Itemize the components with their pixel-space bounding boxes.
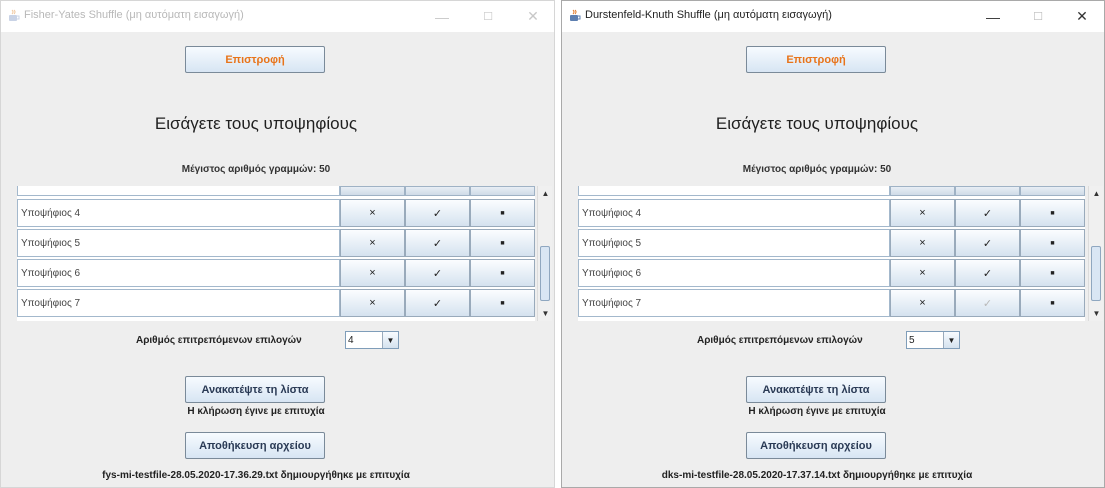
- page-heading: Εισάγετε τους υποψηφίους: [715, 114, 919, 133]
- table-row: Υποψήφιος 7 × ✓ ■: [578, 289, 1085, 317]
- remove-button[interactable]: ×: [340, 199, 405, 227]
- draw-status: Η κλήρωση έγινε με επιτυχία: [748, 406, 886, 417]
- scroll-thumb[interactable]: [540, 246, 550, 301]
- remove-button[interactable]: ×: [340, 259, 405, 287]
- shuffle-list-button[interactable]: Ανακατέψτε τη λίστα: [185, 376, 325, 403]
- triangle-down-icon[interactable]: ▼: [538, 306, 553, 321]
- candidate-name-cell[interactable]: Υποψήφιος 6: [578, 259, 890, 287]
- table-cell: [340, 186, 405, 196]
- maximize-button[interactable]: ☐: [465, 1, 511, 32]
- confirm-button[interactable]: ✓: [955, 289, 1020, 317]
- table-scrollbar[interactable]: ▲ ▼: [537, 186, 552, 321]
- choices-value: 4: [348, 334, 354, 346]
- confirm-button[interactable]: ✓: [955, 259, 1020, 287]
- remove-button[interactable]: ×: [340, 289, 405, 317]
- table-cell: [405, 186, 470, 196]
- remove-button[interactable]: ×: [890, 289, 955, 317]
- durstenfeld-knuth-window: Durstenfeld-Knuth Shuffle (μη αυτόματη ε…: [561, 0, 1105, 488]
- table-cell: [1020, 186, 1085, 196]
- table-row-partial: [578, 186, 1085, 196]
- window-title: Durstenfeld-Knuth Shuffle (μη αυτόματη ε…: [585, 9, 832, 21]
- candidate-name-cell[interactable]: Υποψήφιος 7: [17, 289, 340, 317]
- remove-button[interactable]: ×: [890, 199, 955, 227]
- table-row: Υποψήφιος 7 × ✓ ■: [17, 289, 535, 317]
- stop-button[interactable]: ■: [1020, 199, 1085, 227]
- table-row: Υποψήφιος 6 × ✓ ■: [17, 259, 535, 287]
- stop-button[interactable]: ■: [470, 289, 535, 317]
- triangle-up-icon[interactable]: ▲: [538, 186, 553, 201]
- save-file-button[interactable]: Αποθήκευση αρχείου: [185, 432, 325, 459]
- close-button[interactable]: ✕: [510, 1, 554, 32]
- minimize-button[interactable]: —: [970, 1, 1016, 32]
- java-cup-icon: [570, 9, 581, 21]
- maximize-button[interactable]: ☐: [1015, 1, 1061, 32]
- choices-label: Αριθμός επιτρεπόμενων επιλογών: [697, 335, 863, 346]
- remove-button[interactable]: ×: [340, 229, 405, 257]
- table-cell: [470, 186, 535, 196]
- candidates-table: Υποψήφιος 4 × ✓ ■ Υποψήφιος 5 × ✓ ■ Υποψ…: [578, 186, 1085, 321]
- table-row: Υποψήφιος 4 × ✓ ■: [17, 199, 535, 227]
- table-cell: [17, 186, 340, 196]
- table-row: Υποψήφιος 5 × ✓ ■: [17, 229, 535, 257]
- confirm-button[interactable]: ✓: [405, 259, 470, 287]
- fisher-yates-window: Fisher-Yates Shuffle (μη αυτόματη εισαγω…: [0, 0, 555, 488]
- remove-button[interactable]: ×: [890, 259, 955, 287]
- chevron-down-icon[interactable]: ▼: [382, 332, 398, 348]
- candidate-name-cell[interactable]: Υποψήφιος 4: [17, 199, 340, 227]
- table-row: Υποψήφιος 4 × ✓ ■: [578, 199, 1085, 227]
- choices-dropdown[interactable]: 4 ▼: [345, 331, 399, 349]
- file-status: fys-mi-testfile-28.05.2020-17.36.29.txt …: [102, 470, 410, 481]
- max-lines-label: Μέγιστος αριθμός γραμμών: 50: [181, 164, 331, 175]
- max-lines-label: Μέγιστος αριθμός γραμμών: 50: [742, 164, 892, 175]
- shuffle-list-button[interactable]: Ανακατέψτε τη λίστα: [746, 376, 886, 403]
- triangle-up-icon[interactable]: ▲: [1089, 186, 1104, 201]
- chevron-down-icon[interactable]: ▼: [943, 332, 959, 348]
- draw-status: Η κλήρωση έγινε με επιτυχία: [187, 406, 325, 417]
- minimize-button[interactable]: —: [419, 1, 465, 32]
- close-button[interactable]: ✕: [1059, 1, 1104, 32]
- title-bar[interactable]: Fisher-Yates Shuffle (μη αυτόματη εισαγω…: [1, 1, 554, 32]
- java-cup-icon: [9, 9, 20, 21]
- confirm-button[interactable]: ✓: [955, 229, 1020, 257]
- candidate-name-cell[interactable]: Υποψήφιος 7: [578, 289, 890, 317]
- table-cell: [890, 186, 955, 196]
- triangle-down-icon[interactable]: ▼: [1089, 306, 1104, 321]
- stop-button[interactable]: ■: [470, 199, 535, 227]
- candidate-name-cell[interactable]: Υποψήφιος 5: [578, 229, 890, 257]
- stop-button[interactable]: ■: [470, 229, 535, 257]
- table-cell: [578, 186, 890, 196]
- confirm-button[interactable]: ✓: [405, 199, 470, 227]
- confirm-button[interactable]: ✓: [955, 199, 1020, 227]
- stop-button[interactable]: ■: [1020, 289, 1085, 317]
- save-file-button[interactable]: Αποθήκευση αρχείου: [746, 432, 886, 459]
- page-heading: Εισάγετε τους υποψηφίους: [154, 114, 358, 133]
- stop-button[interactable]: ■: [1020, 229, 1085, 257]
- back-button[interactable]: Επιστροφή: [746, 46, 886, 73]
- title-bar[interactable]: Durstenfeld-Knuth Shuffle (μη αυτόματη ε…: [562, 1, 1104, 32]
- stop-button[interactable]: ■: [1020, 259, 1085, 287]
- table-row: Υποψήφιος 5 × ✓ ■: [578, 229, 1085, 257]
- table-row: Υποψήφιος 6 × ✓ ■: [578, 259, 1085, 287]
- choices-value: 5: [909, 334, 915, 346]
- file-status: dks-mi-testfile-28.05.2020-17.37.14.txt …: [661, 470, 973, 481]
- table-row-partial: [17, 186, 535, 196]
- table-cell: [955, 186, 1020, 196]
- back-button[interactable]: Επιστροφή: [185, 46, 325, 73]
- choices-label: Αριθμός επιτρεπόμενων επιλογών: [136, 335, 302, 346]
- scroll-thumb[interactable]: [1091, 246, 1101, 301]
- confirm-button[interactable]: ✓: [405, 289, 470, 317]
- window-title: Fisher-Yates Shuffle (μη αυτόματη εισαγω…: [24, 9, 244, 21]
- stop-button[interactable]: ■: [470, 259, 535, 287]
- candidate-name-cell[interactable]: Υποψήφιος 5: [17, 229, 340, 257]
- candidate-name-cell[interactable]: Υποψήφιος 6: [17, 259, 340, 287]
- table-scrollbar[interactable]: ▲ ▼: [1088, 186, 1103, 321]
- choices-dropdown[interactable]: 5 ▼: [906, 331, 960, 349]
- candidates-table: Υποψήφιος 4 × ✓ ■ Υποψήφιος 5 × ✓ ■ Υποψ…: [17, 186, 535, 321]
- confirm-button[interactable]: ✓: [405, 229, 470, 257]
- remove-button[interactable]: ×: [890, 229, 955, 257]
- candidate-name-cell[interactable]: Υποψήφιος 4: [578, 199, 890, 227]
